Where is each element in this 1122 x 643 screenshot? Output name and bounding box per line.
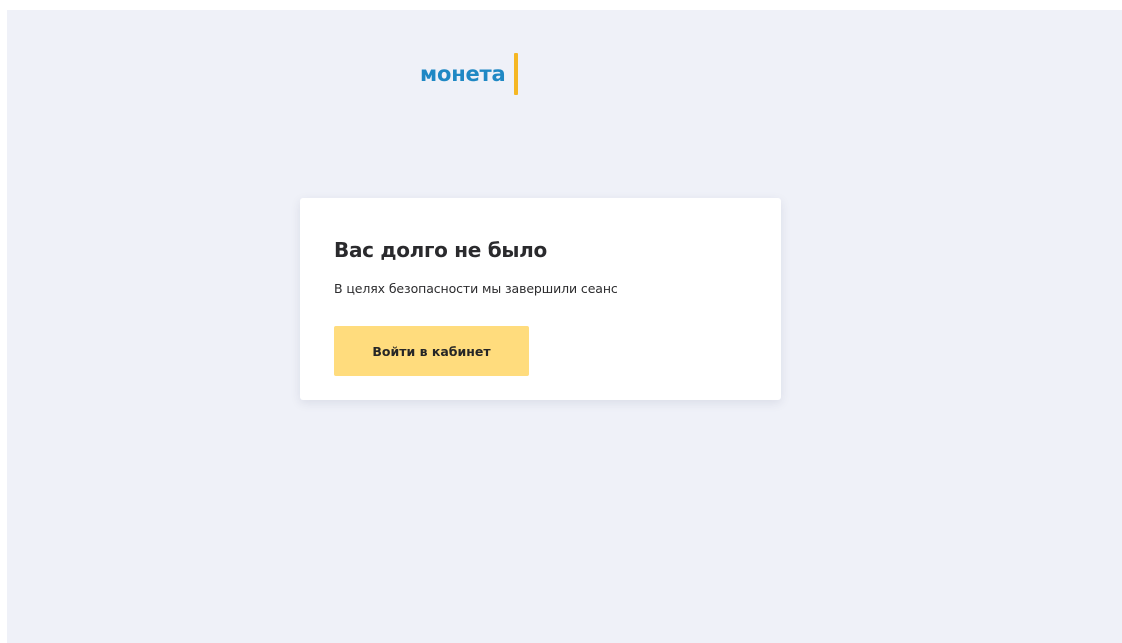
session-expired-page: монета Вас долго не было В целях безопас… [7, 10, 1122, 643]
dialog-message: В целях безопасности мы завершили сеанс [334, 281, 618, 296]
moneta-logo: монета [420, 53, 518, 95]
login-button[interactable]: Войти в кабинет [334, 326, 529, 376]
session-expired-card: Вас долго не было В целях безопасности м… [300, 198, 781, 400]
logo-accent-bar [513, 53, 518, 95]
logo-text: монета [420, 62, 506, 86]
dialog-title: Вас долго не было [334, 238, 547, 262]
